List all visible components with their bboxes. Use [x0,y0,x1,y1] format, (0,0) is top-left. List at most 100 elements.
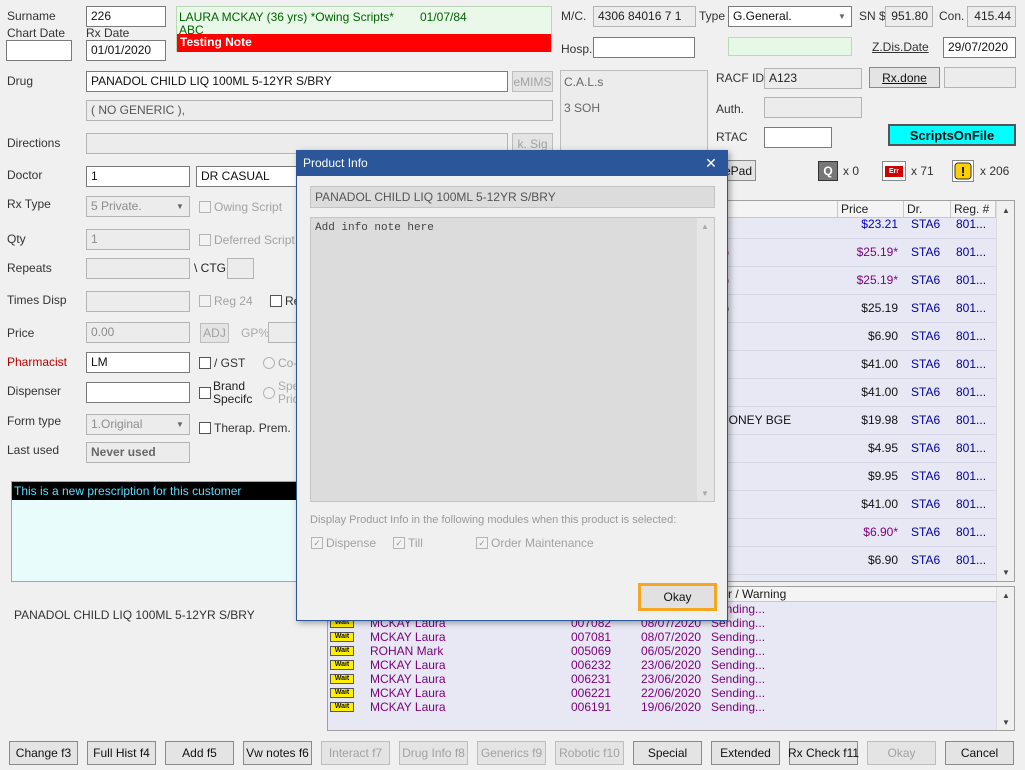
scroll-down-icon[interactable]: ▼ [697,485,713,501]
rx-check-button[interactable]: Rx Check f11 [788,741,859,765]
gst-checkbox[interactable]: / GST [199,356,245,370]
product-footer-label: PANADOL CHILD LIQ 100ML 5-12YR S/BRY [14,608,255,622]
view-notes-button[interactable]: Vw notes f6 [243,741,312,765]
close-icon[interactable]: ✕ [700,154,722,173]
deferred-script-checkbox[interactable]: Deferred Script [199,233,295,247]
scroll-down-icon[interactable]: ▼ [998,714,1014,730]
price-field[interactable]: 0.00 [86,322,190,343]
rx-type-select[interactable]: 5 Private. ▼ [86,196,190,217]
form-type-select[interactable]: 1.Original ▼ [86,414,190,435]
checkbox-box [199,201,211,213]
history-dr-cell: STA6 [911,245,941,259]
history-reg-cell: 801... [956,553,987,567]
scripts-on-file-button[interactable]: ScriptsOnFile [888,124,1016,146]
surname-label: Surname [7,9,56,23]
rx-date-field[interactable]: 01/01/2020 [86,40,166,61]
query-icon[interactable]: Q [818,161,838,181]
racf-field[interactable]: A123 [764,68,862,89]
pharmacist-field[interactable]: LM [86,352,190,373]
warning-icon[interactable]: ! [952,160,974,182]
info-note-textarea[interactable]: Add info note here ▲ ▼ [310,217,715,502]
history-price-cell: $41.00 [861,497,898,511]
scroll-down-icon[interactable]: ▼ [998,564,1014,580]
emims-button[interactable]: eMIMS [512,71,553,92]
dispense-checkbox[interactable]: ✓ Dispense [311,536,376,550]
chart-date-field[interactable] [6,40,72,61]
error-count: x 71 [911,164,934,178]
history-reg-cell: 801... [956,329,987,343]
chart-date-label: Chart Date [7,26,66,40]
scroll-up-icon[interactable]: ▲ [998,587,1014,603]
medicare-field[interactable]: 4306 84016 7 1 [593,6,696,27]
okay-button[interactable]: Okay [867,741,936,765]
auth-field[interactable] [764,97,862,118]
ctg-label: \ CTG [194,261,226,275]
rtac-field[interactable] [764,127,832,148]
extended-button[interactable]: Extended [711,741,780,765]
surname-field[interactable]: 226 [86,6,166,27]
hosp-field[interactable] [593,37,695,58]
therap-prem-checkbox[interactable]: Therap. Prem. [199,421,291,435]
owing-script-label: Owing Script [214,200,283,214]
special-button[interactable]: Special [633,741,702,765]
adj-button[interactable]: ADJ [200,323,229,343]
qty-label: Qty [7,232,26,246]
new-rx-note: This is a new prescription for this cust… [12,482,306,500]
spe-checkbox[interactable] [263,387,275,399]
product-info-dialog: Product Info ✕ PANADOL CHILD LIQ 100ML 5… [296,150,728,621]
till-checkbox[interactable]: ✓ Till [393,536,423,550]
type-value: G.General. [733,9,792,23]
history-reg-cell: 801... [956,413,987,427]
chevron-down-icon: ▼ [176,202,184,211]
add-button[interactable]: Add f5 [165,741,234,765]
checkbox-box [199,422,211,434]
full-hist-button[interactable]: Full Hist f4 [87,741,156,765]
drug-field[interactable]: PANADOL CHILD LIQ 100ML 5-12YR S/BRY [86,71,508,92]
scroll-up-icon[interactable]: ▲ [697,218,713,234]
zdis-date-field[interactable]: 29/07/2020 [943,37,1016,58]
scroll-up-icon[interactable]: ▲ [998,202,1014,218]
dialog-okay-button[interactable]: Okay [638,583,717,611]
patient-info-panel: LAURA MCKAY (36 yrs) *Owing Scripts* 01/… [176,6,552,52]
queue-status-cell: Sending... [711,700,766,714]
qty-field[interactable]: 1 [86,229,190,250]
history-price-cell: $23.21 [861,217,898,231]
history-price-cell: $6.90* [863,525,898,539]
cancel-button[interactable]: Cancel [945,741,1014,765]
check-icon: ✓ [476,537,488,549]
patient-line: LAURA MCKAY (36 yrs) *Owing Scripts* [179,10,394,24]
doctor-code-field[interactable]: 1 [86,166,190,187]
owing-script-checkbox[interactable]: Owing Script [199,200,282,214]
history-dr-cell: STA6 [911,301,941,315]
auth-label: Auth. [716,102,745,116]
textarea-scrollbar[interactable]: ▲ ▼ [697,218,714,501]
rx-done-button[interactable]: Rx.done [869,67,940,88]
order-maintenance-checkbox[interactable]: ✓ Order Maintenance [476,536,594,550]
error-icon[interactable]: Err [882,161,906,181]
queue-status-cell: Sending... [711,686,766,700]
doctor-name-field[interactable]: DR CASUAL [196,166,300,187]
type-select[interactable]: G.General. ▼ [728,6,852,27]
history-scrollbar[interactable]: ▲ ▼ [996,201,1014,581]
reg24-label: Reg 24 [214,294,253,308]
queue-scrollbar[interactable]: ▲ ▼ [996,587,1014,730]
reg24-checkbox[interactable]: Reg 24 [199,294,253,308]
ctg-field[interactable] [227,258,254,279]
mc-label: M/C. [561,9,587,23]
queue-header[interactable]: r / Warning [716,587,996,602]
patient-dob: 01/07/84 [420,10,467,24]
interact-button[interactable]: Interact f7 [321,741,390,765]
co-checkbox[interactable]: Co- [263,356,297,370]
change-button[interactable]: Change f3 [9,741,78,765]
drug-info-button[interactable]: Drug Info f8 [399,741,468,765]
brand-specific-checkbox[interactable] [199,387,211,399]
dispenser-field[interactable] [86,382,190,403]
generics-button[interactable]: Generics f9 [477,741,546,765]
queue-status-cell: Sending... [711,644,766,658]
robotic-button[interactable]: Robotic f10 [555,741,624,765]
repeats-field[interactable] [86,258,190,279]
con-label: Con. [939,9,965,23]
history-dr-cell: STA6 [911,273,941,287]
history-price-cell: $4.95 [867,441,898,455]
history-price-cell: $6.90 [867,553,898,567]
